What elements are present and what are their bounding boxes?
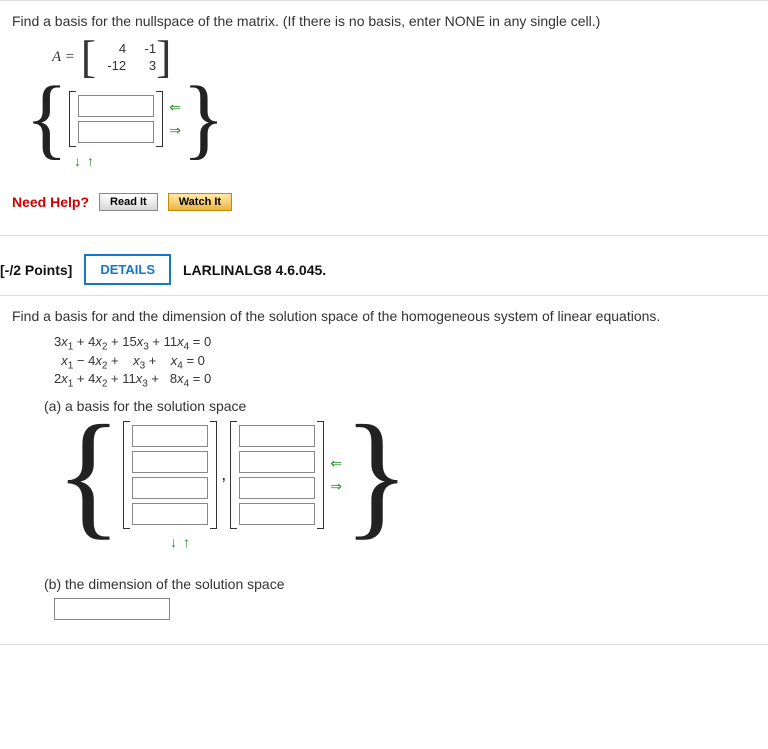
answer-set-q1: { ⇐ ⇒ } — [24, 89, 226, 149]
brace-left: { — [54, 420, 123, 530]
remove-col-icon[interactable]: ⇐ — [330, 455, 342, 472]
remove-col-icon[interactable]: ⇐ — [169, 99, 181, 116]
matrix-cell: 4 — [96, 40, 126, 57]
matrix-cell: 3 — [126, 57, 156, 74]
watch-it-button[interactable]: Watch It — [168, 193, 232, 211]
part-b-label: (b) the dimension of the solution space — [44, 576, 756, 592]
equation-system: 3x1 + 4x2 + 15x3 + 11x4 = 0 x1 − 4x2 + x… — [54, 334, 756, 390]
q2-vec1-cell3[interactable] — [132, 477, 208, 499]
q2-vec1-cell2[interactable] — [132, 451, 208, 473]
brace-left: { — [24, 89, 69, 149]
q1-vec1-cell1[interactable] — [78, 95, 154, 117]
q1-prompt: Find a basis for the nullspace of the ma… — [12, 13, 756, 29]
q2-prompt: Find a basis for and the dimension of th… — [12, 308, 756, 324]
answer-set-q2: { , — [54, 420, 411, 530]
read-it-button[interactable]: Read It — [99, 193, 158, 211]
dimension-input[interactable] — [54, 598, 170, 620]
add-col-icon[interactable]: ⇒ — [169, 122, 181, 139]
q2-vec1-cell4[interactable] — [132, 503, 208, 525]
q2-vec2-cell3[interactable] — [239, 477, 315, 499]
brace-right: } — [342, 420, 411, 530]
matrix-var-label: A = — [52, 49, 75, 66]
q1-vec1-cell2[interactable] — [78, 121, 154, 143]
remove-row-icon[interactable]: ↓ — [170, 534, 177, 550]
matrix-cell: -1 — [126, 40, 156, 57]
bracket-left: [ — [81, 39, 96, 75]
need-help-label: Need Help? — [12, 194, 89, 210]
add-row-icon[interactable]: ↑ — [87, 153, 94, 169]
remove-row-icon[interactable]: ↓ — [74, 153, 81, 169]
add-row-icon[interactable]: ↑ — [183, 534, 190, 550]
q2-vec2-cell4[interactable] — [239, 503, 315, 525]
set-comma: , — [217, 464, 230, 485]
q2-vec1-cell1[interactable] — [132, 425, 208, 447]
matrix-definition: A = [ 4 -1 -12 3 ] — [52, 39, 756, 75]
bracket-right: ] — [156, 39, 171, 75]
q2-vec2-cell2[interactable] — [239, 451, 315, 473]
q2-vec2-cell1[interactable] — [239, 425, 315, 447]
details-button[interactable]: DETAILS — [84, 254, 171, 285]
book-reference: LARLINALG8 4.6.045. — [183, 262, 326, 278]
add-col-icon[interactable]: ⇒ — [330, 478, 342, 495]
points-label: [-/2 Points] — [0, 262, 72, 278]
brace-right: } — [181, 89, 226, 149]
matrix-cell: -12 — [96, 57, 126, 74]
